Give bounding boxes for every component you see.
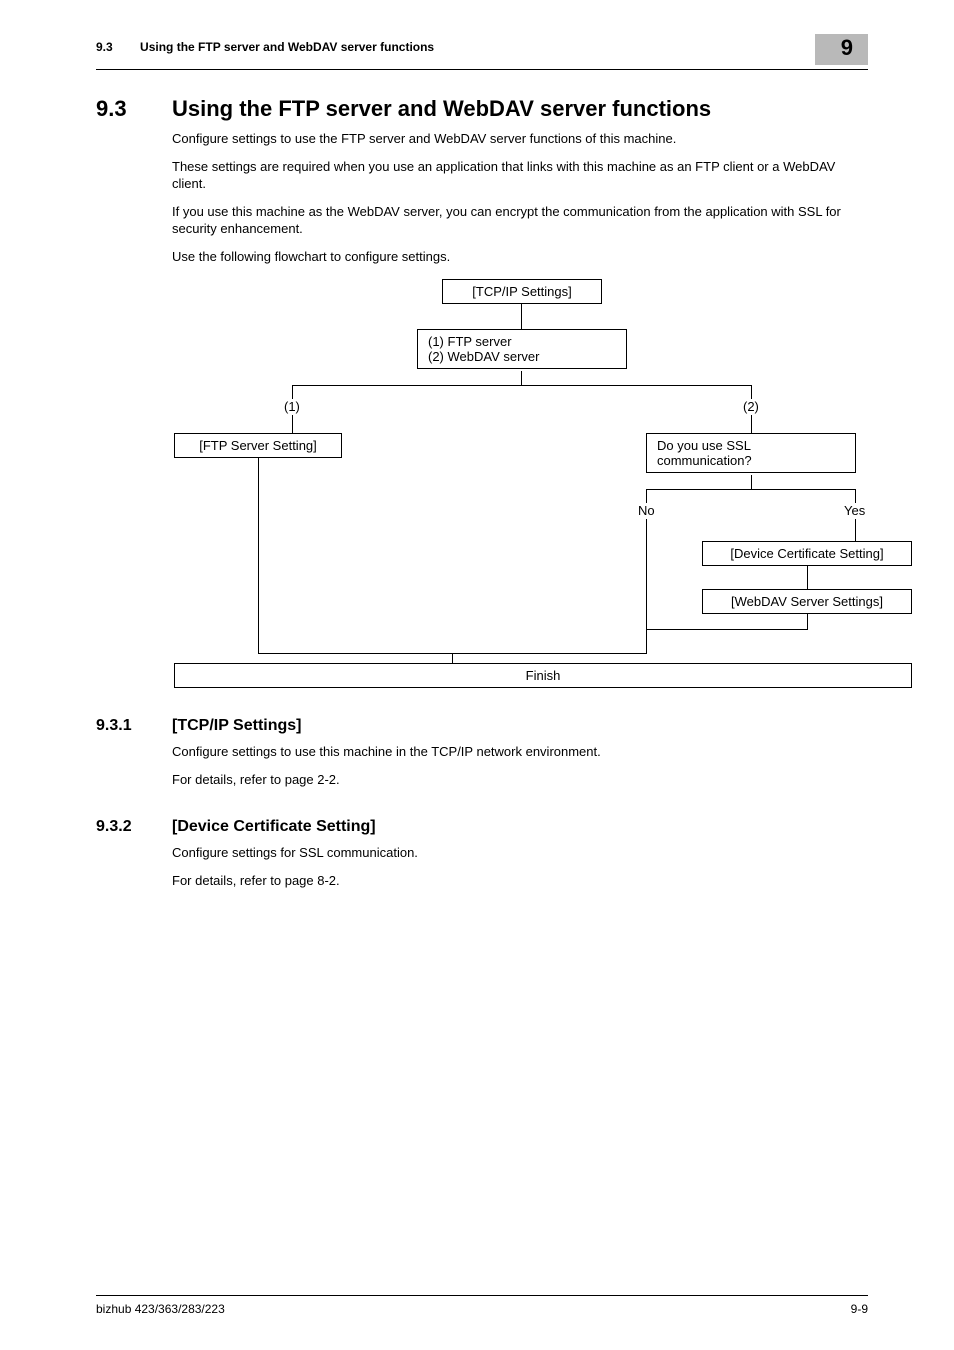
heading-1: 9.3 Using the FTP server and WebDAV serv… [96,96,868,122]
intro-para-3: If you use this machine as the WebDAV se… [172,203,868,238]
flow-branch-1-label: (1) [284,399,300,414]
flow-line [292,385,293,399]
heading-2-number: 9.3.2 [96,818,172,836]
flowchart: [TCP/IP Settings] (1) FTP server (2) Web… [172,279,872,687]
flow-no-label: No [638,503,655,518]
heading-2-number: 9.3.1 [96,717,172,735]
flow-box-ftp: [FTP Server Setting] [174,433,342,458]
flow-line [807,565,808,589]
flow-line [258,457,259,653]
flow-split-line2: (2) WebDAV server [428,349,616,364]
flow-box-finish: Finish [174,663,912,688]
flow-box-tcpip: [TCP/IP Settings] [442,279,602,304]
flow-line [751,415,752,433]
header-left: 9.3 Using the FTP server and WebDAV serv… [96,34,434,54]
flow-line [452,653,453,663]
flow-line [646,519,647,629]
flow-line [646,489,856,490]
heading-1-number: 9.3 [96,96,172,122]
chapter-tab: 9 [815,34,868,65]
flow-line [646,489,647,503]
s931-para-2: For details, refer to page 2-2. [172,771,868,789]
heading-2-931: 9.3.1 [TCP/IP Settings] [96,717,868,735]
flow-line [521,303,522,329]
flow-line [751,385,752,399]
flow-yes-label: Yes [844,503,865,518]
flow-line [292,415,293,433]
flow-box-ssl-question: Do you use SSL communication? [646,433,856,473]
intro-para-1: Configure settings to use the FTP server… [172,130,868,148]
heading-2-text: [Device Certificate Setting] [172,818,376,836]
flow-box-webdav: [WebDAV Server Settings] [702,589,912,614]
s932-para-1: Configure settings for SSL communication… [172,844,868,862]
flow-split-line1: (1) FTP server [428,334,616,349]
flow-line [807,613,808,629]
flow-box-split: (1) FTP server (2) WebDAV server [417,329,627,369]
running-header: 9.3 Using the FTP server and WebDAV serv… [96,34,868,65]
heading-1-text: Using the FTP server and WebDAV server f… [172,96,711,122]
intro-para-4: Use the following flowchart to configure… [172,248,868,266]
header-section-title: Using the FTP server and WebDAV server f… [140,40,434,54]
flow-line [646,629,808,630]
page-footer: bizhub 423/363/283/223 9-9 [96,1295,868,1316]
flow-line [751,475,752,489]
heading-2-text: [TCP/IP Settings] [172,717,302,735]
footer-right: 9-9 [851,1302,868,1316]
footer-left: bizhub 423/363/283/223 [96,1302,225,1316]
heading-2-932: 9.3.2 [Device Certificate Setting] [96,818,868,836]
flow-line [646,629,647,653]
flow-line [855,489,856,503]
header-section-number: 9.3 [96,40,113,54]
s931-para-1: Configure settings to use this machine i… [172,743,868,761]
intro-para-2: These settings are required when you use… [172,158,868,193]
s932-para-2: For details, refer to page 8-2. [172,872,868,890]
flow-line [855,519,856,541]
flow-line [521,371,522,385]
header-rule [96,69,868,70]
chapter-tab-number: 9 [815,34,868,65]
flow-branch-2-label: (2) [743,399,759,414]
flow-line [292,385,752,386]
flow-box-devcert: [Device Certificate Setting] [702,541,912,566]
